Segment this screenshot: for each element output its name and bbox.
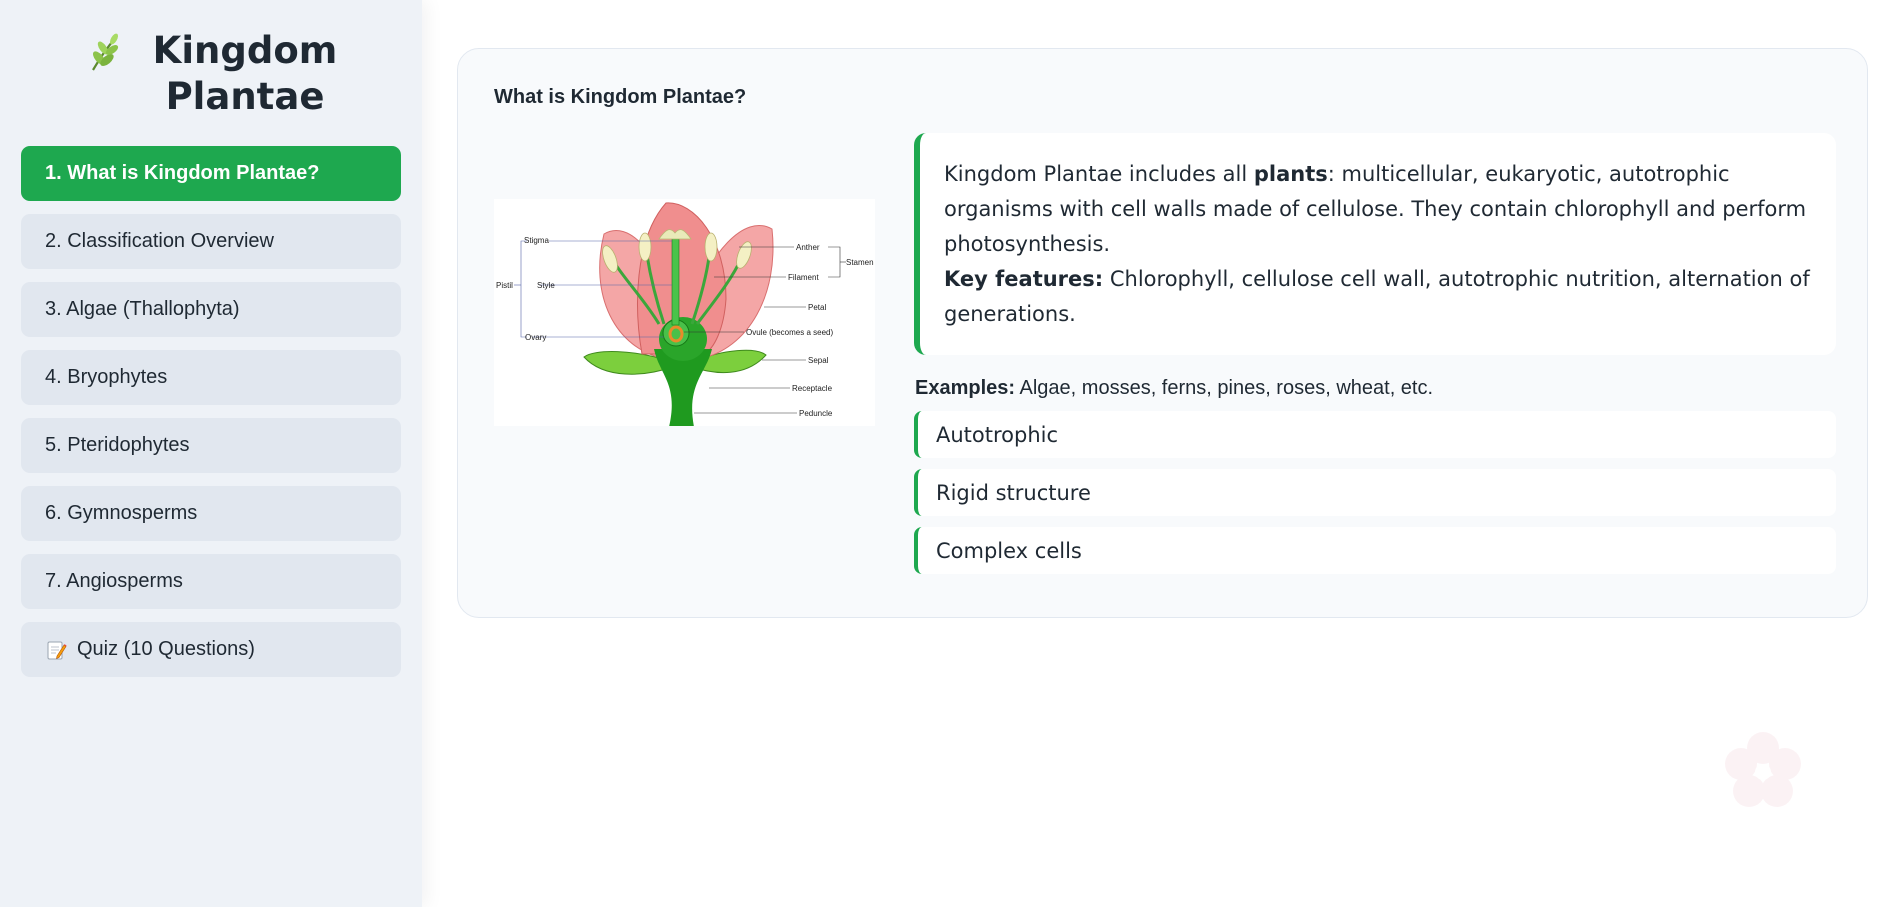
nav-item-label: 4. Bryophytes [45,366,168,388]
app-title-line-2: Plantae [165,75,325,118]
sidebar: Kingdom Plantae 1. What is Kingdom Plant… [0,0,422,907]
nav-item-angiosperms[interactable]: 7. Angiosperms [21,554,401,609]
nav-item-algae[interactable]: 3. Algae (Thallophyta) [21,282,401,337]
flower-diagram: Stigma Pistil Style Ovary Anther Stamen … [494,199,875,426]
diagram-label-sepal: Sepal [808,356,829,365]
examples-text: Algae, mosses, ferns, pines, roses, whea… [1015,377,1434,399]
diagram-label-style: Style [537,281,555,290]
nav-item-label: 6. Gymnosperms [45,502,198,524]
nav-item-bryophytes[interactable]: 4. Bryophytes [21,350,401,405]
trait-item-autotrophic: Autotrophic [914,411,1836,458]
nav-item-label: 1. What is Kingdom Plantae? [45,162,320,184]
leaf-icon [91,33,118,71]
diagram-label-stamen: Stamen [846,258,874,267]
nav-item-label: 2. Classification Overview [45,230,274,252]
nav-item-gymnosperms[interactable]: 6. Gymnosperms [21,486,401,541]
trait-label: Autotrophic [936,422,1059,447]
examples-label: Examples: [915,377,1016,399]
content-card: What is Kingdom Plantae? Stigma Pistil S… [457,48,1868,618]
nav-item-label: 3. Algae (Thallophyta) [45,298,240,320]
diagram-label-peduncle: Peduncle [799,409,833,418]
brand: Kingdom Plantae [21,28,401,120]
nav-item-quiz[interactable]: Quiz (10 Questions) [21,622,401,677]
nav-item-pteridophytes[interactable]: 5. Pteridophytes [21,418,401,473]
app-title: Kingdom Plantae [143,28,348,120]
nav-item-what-is-plantae[interactable]: 1. What is Kingdom Plantae? [21,146,401,201]
diagram-label-petal: Petal [808,303,826,312]
nav-item-label: 5. Pteridophytes [45,434,190,456]
diagram-label-anther: Anther [796,243,820,252]
trait-label: Complex cells [936,538,1082,563]
definition-keyword: plants [1253,162,1328,186]
nav-item-label: 7. Angiosperms [45,570,183,592]
nav-item-label: Quiz (10 Questions) [77,638,255,660]
diagram-label-pistil: Pistil [496,281,513,290]
cherry-blossom-icon [1725,732,1801,807]
sidebar-nav: 1. What is Kingdom Plantae? 2. Classific… [21,146,401,677]
definition-box: Kingdom Plantae includes all plants: mul… [914,133,1836,355]
memo-icon [47,641,67,659]
diagram-label-ovule: Ovule (becomes a seed) [746,328,833,337]
trait-label: Rigid structure [936,480,1091,505]
diagram-label-ovary: Ovary [525,333,546,342]
diagram-label-receptacle: Receptacle [792,384,833,393]
section-title: What is Kingdom Plantae? [494,86,747,108]
key-features-label: Key features: [944,267,1104,291]
app-title-line-1: Kingdom [152,29,338,72]
nav-item-classification-overview[interactable]: 2. Classification Overview [21,214,401,269]
diagram-label-stigma: Stigma [524,236,549,245]
definition-intro: Kingdom Plantae includes all [944,162,1254,186]
trait-item-complex-cells: Complex cells [914,527,1836,574]
examples-line: Examples: Algae, mosses, ferns, pines, r… [915,377,1433,400]
trait-item-rigid-structure: Rigid structure [914,469,1836,516]
diagram-label-filament: Filament [788,273,819,282]
